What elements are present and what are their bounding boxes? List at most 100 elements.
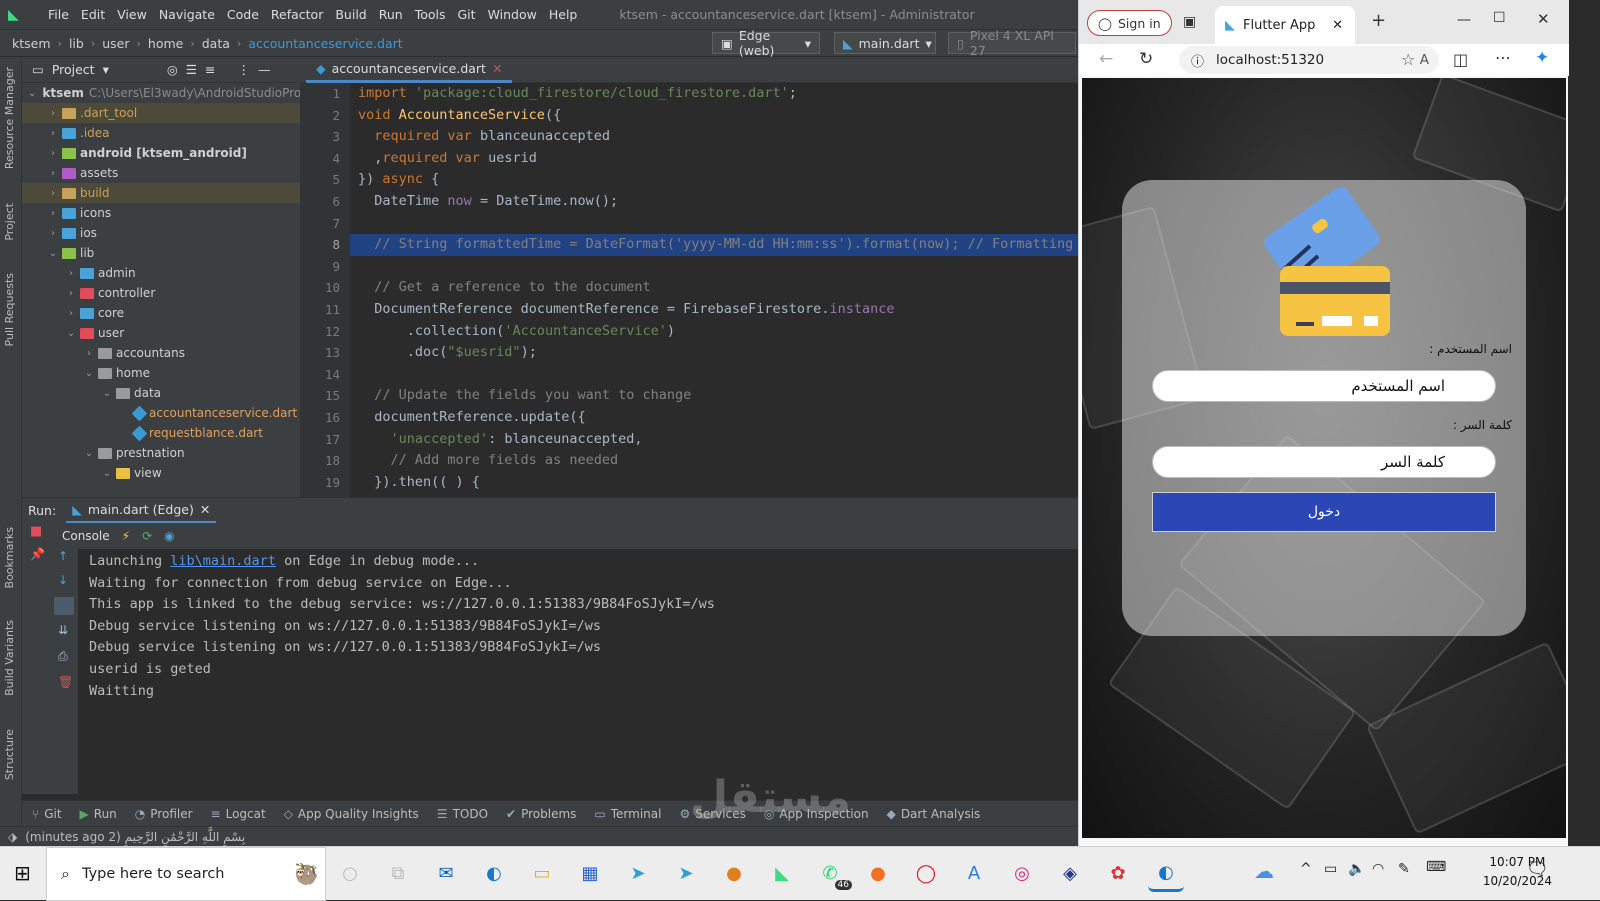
app2-icon[interactable]: ✿ [1100, 856, 1136, 892]
scroll-down-icon[interactable]: ↓ [58, 573, 68, 587]
whatsapp-icon[interactable]: ✆ 46 [812, 856, 852, 892]
expand-arrow-icon[interactable]: ⌄ [28, 88, 36, 99]
pin-icon[interactable]: 📌 [30, 547, 45, 561]
new-tab-icon[interactable]: + [1371, 10, 1386, 31]
expand-arrow-icon[interactable]: ⌄ [82, 448, 96, 459]
breadcrumb-item[interactable]: user [102, 36, 129, 51]
tree-item[interactable]: › icons [22, 203, 300, 223]
edge-active-icon[interactable]: ◐ [1148, 856, 1184, 892]
editor-tab[interactable]: ◆ accountanceservice.dart ✕ [306, 57, 513, 83]
tab-actions-icon[interactable]: ▣ [1183, 14, 1196, 30]
wifi-icon[interactable]: ◠ [1372, 861, 1384, 877]
tool-window-problems[interactable]: ✔ Problems [506, 807, 576, 821]
expand-arrow-icon[interactable]: ⌄ [46, 248, 60, 259]
tree-item[interactable]: requestblance.dart [22, 423, 300, 443]
menu-item-file[interactable]: File [48, 7, 69, 22]
expand-arrow-icon[interactable]: › [82, 348, 96, 359]
file-explorer-icon[interactable]: ▭ [524, 856, 560, 892]
instagram-icon[interactable]: ◎ [1004, 856, 1040, 892]
close-tab-icon[interactable]: ✕ [492, 61, 502, 76]
postman-icon[interactable]: ● [860, 856, 896, 892]
breadcrumb-item[interactable]: data [202, 36, 230, 51]
expand-all-icon[interactable]: ☰ [186, 62, 197, 77]
devtools-icon[interactable]: ◉ [164, 529, 174, 543]
cortana-icon[interactable]: ○ [332, 856, 368, 892]
read-aloud-icon[interactable]: A [1420, 52, 1429, 68]
expand-arrow-icon[interactable]: ⌄ [100, 388, 114, 399]
tool-window-dart-analysis[interactable]: ◆ Dart Analysis [887, 807, 981, 821]
close-tab-icon[interactable]: ✕ [200, 502, 210, 517]
stop-icon[interactable]: ■ [30, 524, 42, 539]
reload-icon[interactable]: ↻ [1139, 49, 1153, 69]
task-view-icon[interactable]: ⧉ [380, 856, 416, 892]
expand-arrow-icon[interactable]: › [46, 188, 60, 199]
security-icon[interactable]: ◈ [1052, 856, 1088, 892]
structure-tab[interactable]: Structure [3, 729, 16, 780]
tool-window-app-quality-insights[interactable]: ◇ App Quality Insights [284, 807, 419, 821]
scroll-to-end-icon[interactable]: ⇊ [58, 623, 68, 637]
taskbar-search[interactable]: ⌕ Type here to search 🦥 [46, 846, 326, 901]
telegram-icon[interactable]: ➤ [620, 856, 656, 892]
sign-in-button[interactable]: ◯ Sign in [1087, 10, 1172, 36]
more-options-icon[interactable]: ⋮ [238, 62, 251, 77]
tree-item[interactable]: › assets [22, 163, 300, 183]
tree-item[interactable]: › accountans [22, 343, 300, 363]
password-field[interactable]: كلمة السر [1152, 446, 1496, 478]
username-field[interactable]: اسم المستخدم [1152, 370, 1496, 402]
back-icon[interactable]: ← [1099, 49, 1113, 69]
tree-item[interactable]: accountanceservice.dart [22, 403, 300, 423]
expand-arrow-icon[interactable]: ⌄ [82, 368, 96, 379]
start-windows-icon[interactable]: ⊞ [14, 861, 31, 885]
tool-window-profiler[interactable]: ◔ Profiler [135, 807, 193, 821]
favorite-star-icon[interactable]: ☆ [1401, 50, 1415, 69]
outlook-icon[interactable]: ✉ [428, 856, 464, 892]
tree-item[interactable]: › android [ktsem_android] [22, 143, 300, 163]
tool-window-run[interactable]: ▶ Run [80, 807, 117, 821]
hot-reload-icon[interactable]: ⚡ [122, 529, 130, 543]
tool-window-logcat[interactable]: ≡ Logcat [211, 807, 266, 821]
more-icon[interactable]: ⋯ [1495, 48, 1511, 67]
expand-arrow-icon[interactable]: ⌄ [100, 468, 114, 479]
notifications-icon[interactable]: 🗨 [1526, 859, 1549, 880]
code-editor[interactable]: import 'package:cloud_firestore/cloud_fi… [350, 83, 1100, 497]
tree-item[interactable]: ⌄ lib [22, 243, 300, 263]
breadcrumb-item[interactable]: accountanceservice.dart [248, 36, 402, 51]
battery-icon[interactable]: ▭ [1324, 861, 1337, 877]
expand-arrow-icon[interactable]: › [64, 268, 78, 279]
console-tab[interactable]: Console [62, 529, 110, 543]
build-variants-tab[interactable]: Build Variants [3, 620, 16, 696]
expand-arrow-icon[interactable]: › [46, 148, 60, 159]
menu-item-view[interactable]: View [117, 7, 147, 22]
console-file-link[interactable]: lib\main.dart [170, 553, 276, 569]
tree-item[interactable]: › controller [22, 283, 300, 303]
edge-icon[interactable]: ◐ [476, 856, 512, 892]
telegram-alt-icon[interactable]: ➤ [668, 856, 704, 892]
menu-item-code[interactable]: Code [227, 7, 259, 22]
expand-arrow-icon[interactable]: ⌄ [64, 328, 78, 339]
weather-icon[interactable]: ☁ [1254, 859, 1274, 883]
android-studio-icon[interactable]: ◣ [764, 856, 800, 892]
chevron-down-icon[interactable]: ▾ [103, 62, 109, 77]
console-output[interactable]: Launching lib\main.dart on Edge in debug… [78, 549, 1100, 794]
tree-item[interactable]: › ios [22, 223, 300, 243]
target-icon[interactable]: ◎ [167, 62, 178, 77]
menu-item-refactor[interactable]: Refactor [271, 7, 323, 22]
menu-item-edit[interactable]: Edit [81, 7, 105, 22]
tree-item[interactable]: › .idea [22, 123, 300, 143]
soft-wrap-icon[interactable] [54, 597, 74, 615]
breadcrumb-item[interactable]: lib [69, 36, 84, 51]
project-tab[interactable]: Project [3, 203, 16, 241]
volume-icon[interactable]: 🔈 [1348, 861, 1365, 877]
expand-arrow-icon[interactable]: › [46, 168, 60, 179]
emulator-selector[interactable]: ▯ Pixel 4 XL API 27 [948, 28, 1076, 58]
expand-arrow-icon[interactable]: › [64, 308, 78, 319]
tool-window-terminal[interactable]: ▭ Terminal [594, 807, 661, 821]
expand-arrow-icon[interactable]: › [46, 108, 60, 119]
pull-requests-tab[interactable]: Pull Requests [3, 273, 16, 346]
menu-item-build[interactable]: Build [335, 7, 366, 22]
expand-arrow-icon[interactable]: › [46, 228, 60, 239]
run-tab[interactable]: ◣ main.dart (Edge) ✕ [66, 498, 217, 524]
tray-chevron-icon[interactable]: ^ [1300, 861, 1312, 877]
expand-arrow-icon[interactable]: › [46, 208, 60, 219]
tree-item[interactable]: ⌄ data [22, 383, 300, 403]
